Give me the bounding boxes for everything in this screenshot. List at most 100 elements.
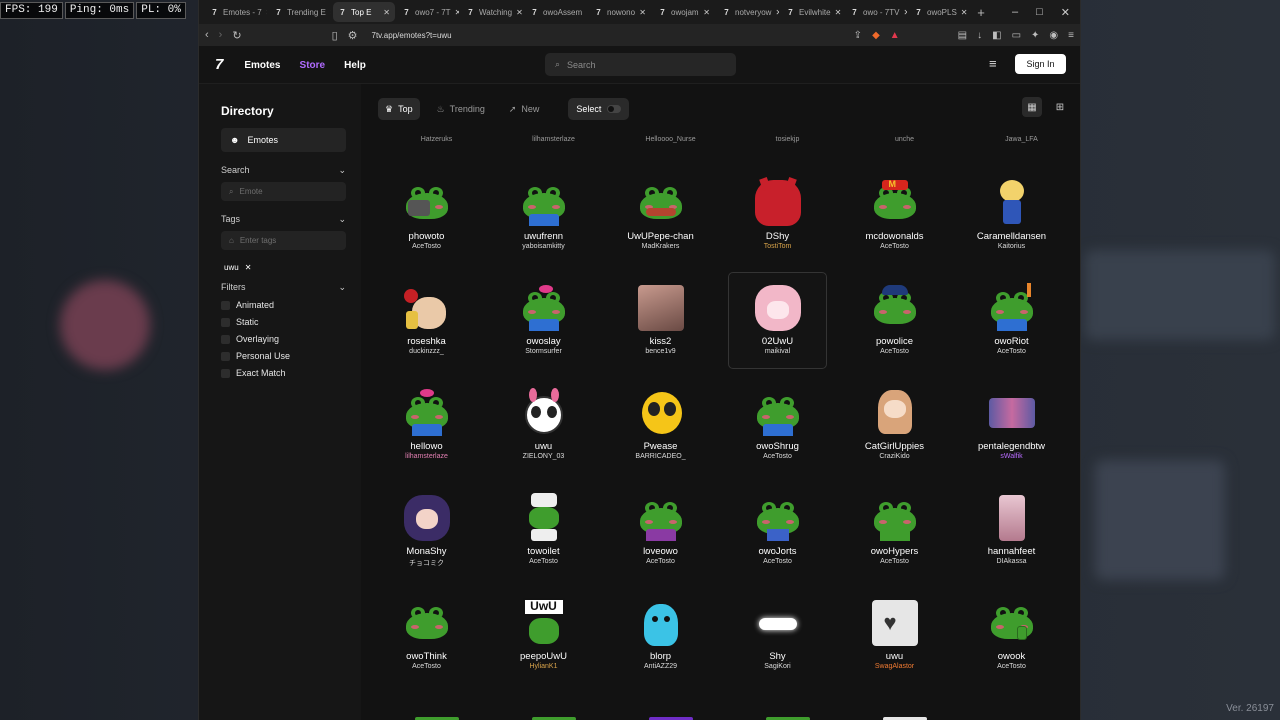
filters-section-header[interactable]: Filters ⌄	[221, 282, 346, 293]
emote-card[interactable]: powolice AceTosto	[846, 273, 943, 368]
nav-emotes[interactable]: Emotes	[244, 60, 280, 71]
minimize-icon[interactable]: –	[1012, 6, 1018, 19]
browser-tab[interactable]: 7 owo7 - 7T ✕	[397, 2, 459, 22]
close-tab-icon[interactable]: ✕	[455, 8, 459, 17]
close-tab-icon[interactable]: ✕	[775, 8, 779, 17]
toolbar-actions: ⇪ ◆ ▲ ▤ ↓ ◧ ▭ ✦ ◉ ≡	[854, 30, 1074, 41]
browser-tab[interactable]: 7 Emotes - 7 ✕	[205, 2, 267, 22]
emote-card[interactable]: owoslay Stormsurfer	[495, 273, 592, 368]
download-icon[interactable]: ↓	[977, 30, 982, 41]
emote-card[interactable]: uwu ZIELONY_03	[495, 378, 592, 473]
site-search-input[interactable]: ⌕ Search	[545, 53, 736, 76]
maximize-icon[interactable]: □	[1036, 6, 1043, 19]
emote-card[interactable]: Shy SagiKori	[729, 588, 826, 683]
browser-tab[interactable]: 7 owoPLS ✕	[909, 2, 971, 22]
bookmark-icon[interactable]: ▯	[332, 29, 338, 42]
select-toggle[interactable]: Select	[568, 98, 630, 120]
emote-card[interactable]: owoShrug AceTosto	[729, 378, 826, 473]
close-tab-icon[interactable]: ✕	[639, 8, 646, 17]
browser-tab[interactable]: 7 Watching ✕	[461, 2, 523, 22]
vpn-icon[interactable]: ◉	[1049, 30, 1058, 41]
menu-icon[interactable]: ≡	[1068, 30, 1074, 41]
emote-card[interactable]: owoRiot AceTosto	[963, 273, 1060, 368]
emote-card[interactable]: Pwease BARRICADEO_	[612, 378, 709, 473]
emote-card[interactable]: kiss2 bence1v9	[612, 273, 709, 368]
filter-checkbox[interactable]: Animated	[221, 300, 361, 310]
remove-tag-icon[interactable]: ✕	[245, 263, 252, 272]
emote-card[interactable]: roseshka duckinzzz_	[378, 273, 475, 368]
nav-help[interactable]: Help	[344, 60, 366, 71]
close-tab-icon[interactable]: ✕	[835, 8, 842, 17]
tab-new[interactable]: ➚ New	[502, 98, 547, 120]
browser-tab[interactable]: 7 owo - 7TV✕	[845, 2, 907, 22]
close-tab-icon[interactable]: ✕	[383, 8, 390, 17]
emote-card[interactable]: Mmcdowonalds AceTosto	[846, 168, 943, 263]
browser-tab[interactable]: 7 Trending E ✕	[269, 2, 331, 22]
close-icon[interactable]: ✕	[1061, 6, 1070, 19]
emote-card[interactable]: hellowo lilhamsterlaze	[378, 378, 475, 473]
emote-card[interactable]: owoHypers AceTosto	[846, 483, 943, 578]
sign-in-button[interactable]: Sign In	[1015, 54, 1066, 74]
emote-card[interactable]: towoilet AceTosto	[495, 483, 592, 578]
small-grid-icon[interactable]: ⊞	[1050, 97, 1070, 117]
emote-card[interactable]: owook AceTosto	[963, 588, 1060, 683]
site-settings-icon[interactable]: ⚙	[348, 29, 358, 42]
sidebar-toggle-icon[interactable]: ◧	[992, 30, 1001, 41]
browser-tab[interactable]: 7 notveryow✕	[717, 2, 779, 22]
emote-card[interactable]: hannahfeet DIAkassa	[963, 483, 1060, 578]
filter-checkbox[interactable]: Overlaying	[221, 334, 361, 344]
leo-icon[interactable]: ✦	[1031, 30, 1039, 41]
emote-card[interactable]: UwU peepoUwU HylianK1	[495, 588, 592, 683]
emote-card[interactable]: DShy TostiTom	[729, 168, 826, 263]
wallet-icon[interactable]: ▭	[1012, 30, 1021, 41]
filter-checkbox[interactable]: Static	[221, 317, 361, 327]
reload-icon[interactable]: ↻	[232, 29, 241, 42]
close-tab-icon[interactable]: ✕	[903, 8, 907, 17]
emote-card[interactable]: CatGirlUppies CraziKido	[846, 378, 943, 473]
filter-checkbox[interactable]: Exact Match	[221, 368, 361, 378]
emote-card[interactable]: pentalegendbtw sWalfik	[963, 378, 1060, 473]
close-tab-icon[interactable]: ✕	[586, 8, 587, 17]
close-tab-icon[interactable]: ✕	[961, 8, 968, 17]
close-tab-icon[interactable]: ✕	[330, 8, 331, 17]
back-icon[interactable]: ‹	[205, 29, 209, 41]
close-tab-icon[interactable]: ✕	[516, 8, 523, 17]
close-tab-icon[interactable]: ✕	[703, 8, 710, 17]
brave-rewards-icon[interactable]: ▲	[890, 30, 900, 41]
emote-card[interactable]: uwufrenn yaboisamkitty	[495, 168, 592, 263]
emote-card[interactable]: blorp AntiAZZ29	[612, 588, 709, 683]
7tv-logo[interactable]: 7	[215, 56, 223, 73]
emote-card[interactable]: owoJorts AceTosto	[729, 483, 826, 578]
filter-checkbox[interactable]: Personal Use	[221, 351, 361, 361]
emote-card[interactable]: owoThink AceTosto	[378, 588, 475, 683]
close-tab-icon[interactable]: ✕	[266, 8, 267, 17]
reader-icon[interactable]: ▤	[958, 30, 967, 41]
tags-section-header[interactable]: Tags ⌄	[221, 214, 346, 225]
new-tab-button[interactable]: +	[971, 5, 991, 20]
tags-input[interactable]: ⌂ Enter tags	[221, 231, 346, 250]
tab-trending[interactable]: ♨ Trending	[430, 98, 492, 120]
emote-card[interactable]: Caramelldansen Kaitorius	[963, 168, 1060, 263]
url-field[interactable]: 7tv.app/emotes?t=uwu	[372, 31, 452, 40]
browser-tab[interactable]: 7 Top E ✕	[333, 2, 395, 22]
browser-tab[interactable]: 7 owoAssem✕	[525, 2, 587, 22]
browser-tab[interactable]: 7 nowono ✕	[589, 2, 651, 22]
tab-top[interactable]: ♛ Top	[378, 98, 420, 120]
brave-shield-icon[interactable]: ◆	[872, 30, 880, 41]
large-grid-icon[interactable]: ▦	[1022, 97, 1042, 117]
nav-store[interactable]: Store	[300, 60, 326, 71]
emote-search-input[interactable]: ⌕ Emote	[221, 182, 346, 201]
emote-card[interactable]: phowoto AceTosto	[378, 168, 475, 263]
emote-card[interactable]: MonaShy チョコミク	[378, 483, 475, 578]
emote-card[interactable]: 02UwU maikival	[728, 272, 827, 369]
search-section-header[interactable]: Search ⌄	[221, 165, 346, 176]
browser-tab[interactable]: 7 Evilwhite ✕	[781, 2, 843, 22]
forward-icon[interactable]: ›	[219, 29, 223, 41]
hamburger-menu-icon[interactable]: ≡	[989, 56, 997, 71]
browser-tab[interactable]: 7 owojam ✕	[653, 2, 715, 22]
emote-card[interactable]: ♥ uwu SwagAlastor	[846, 588, 943, 683]
emote-card[interactable]: UwUPepe-chan MadKrakers	[612, 168, 709, 263]
sidebar-item-emotes[interactable]: ☻ Emotes	[221, 128, 346, 152]
share-icon[interactable]: ⇪	[854, 30, 862, 41]
emote-card[interactable]: loveowo AceTosto	[612, 483, 709, 578]
